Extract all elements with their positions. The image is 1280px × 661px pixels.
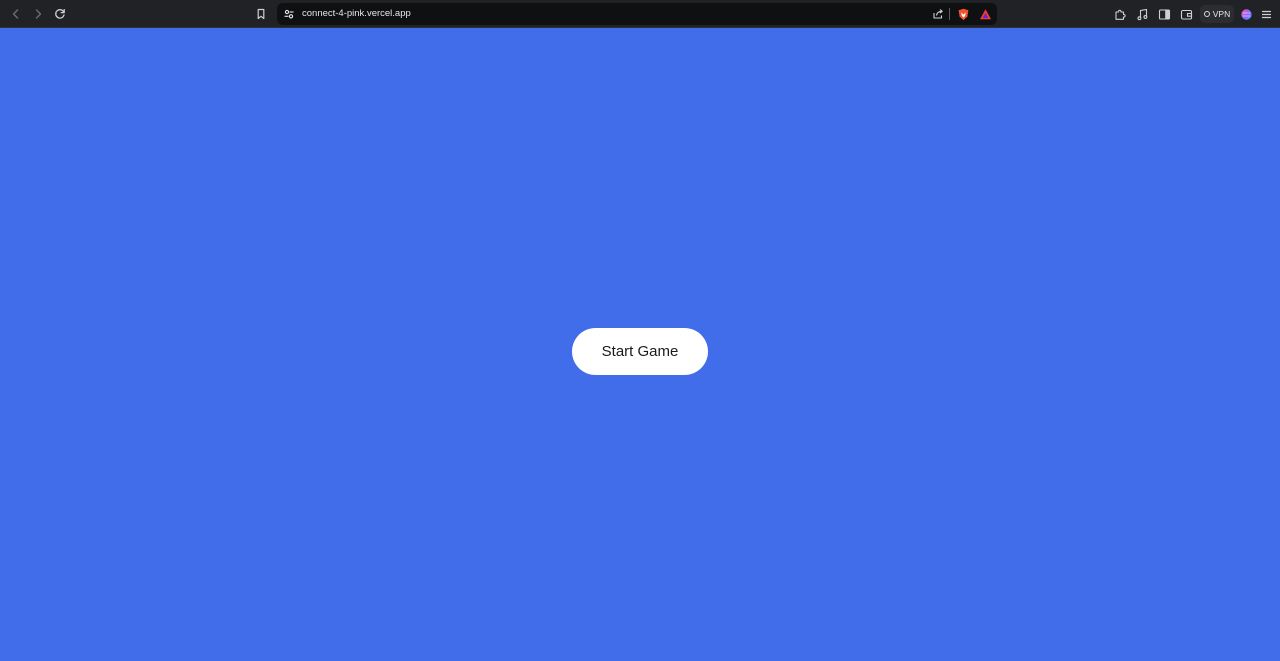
wallet-icon[interactable] (1177, 5, 1195, 23)
reload-icon[interactable] (51, 5, 69, 23)
url-text[interactable]: connect-4-pink.vercel.app (302, 3, 411, 25)
forward-icon[interactable] (29, 5, 47, 23)
vpn-button[interactable]: VPN (1200, 5, 1234, 23)
extensions-icon[interactable] (1111, 5, 1129, 23)
vpn-label: VPN (1212, 9, 1231, 19)
address-divider (949, 8, 950, 20)
vpn-status-icon (1203, 11, 1210, 17)
brave-rewards-icon[interactable] (976, 5, 994, 23)
start-game-button[interactable]: Start Game (572, 328, 708, 375)
menu-icon[interactable] (1257, 5, 1275, 23)
share-icon[interactable] (929, 5, 947, 23)
address-bar[interactable]: connect-4-pink.vercel.app (277, 3, 997, 25)
browser-toolbar: connect-4-pink.vercel.app VPN (0, 0, 1280, 28)
site-info-icon[interactable] (280, 5, 298, 23)
profile-icon[interactable] (1237, 5, 1255, 23)
brave-shields-icon[interactable] (954, 5, 972, 23)
media-icon[interactable] (1133, 5, 1151, 23)
bookmark-icon[interactable] (252, 5, 270, 23)
sidebar-icon[interactable] (1155, 5, 1173, 23)
back-icon[interactable] (7, 5, 25, 23)
game-page: Start Game (0, 28, 1280, 661)
